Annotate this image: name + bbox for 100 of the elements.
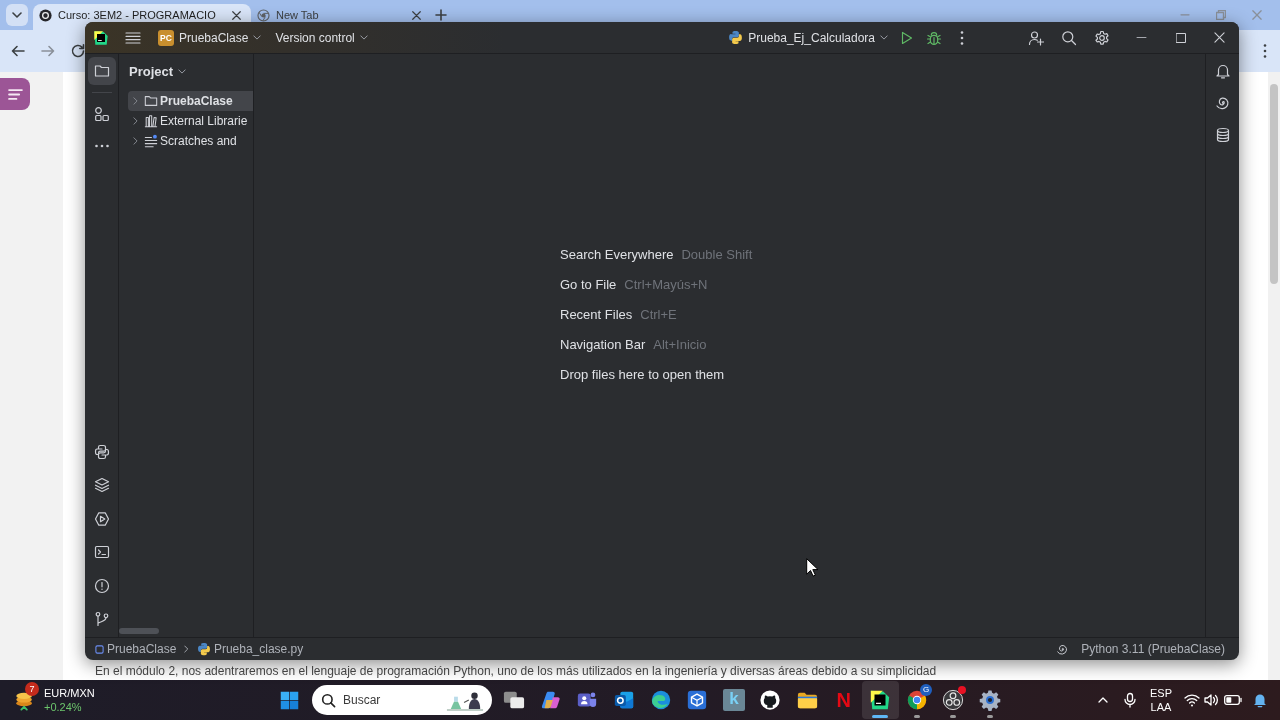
action-label: Search Everywhere: [560, 247, 674, 262]
breadcrumb-item[interactable]: PruebaClase: [93, 642, 179, 656]
bell-icon[interactable]: [1214, 63, 1231, 79]
spiral-icon[interactable]: [1056, 642, 1070, 656]
run-configuration-selector[interactable]: Prueba_Ej_Calculadora: [724, 25, 892, 50]
gear-icon[interactable]: [1094, 29, 1110, 46]
vertical-ellipsis-icon[interactable]: [1263, 43, 1267, 59]
chevron-right-icon[interactable]: [133, 97, 138, 105]
spiral-icon[interactable]: [1214, 95, 1231, 111]
scrollbar-thumb[interactable]: [119, 628, 159, 634]
tab-search-button[interactable]: [6, 4, 28, 26]
vcs-widget[interactable]: Version control: [271, 25, 372, 50]
chevron-down-icon: [880, 35, 888, 40]
paragraph: En el módulo 2, nos adentraremos en el lenguaje de programación Python, uno de los más utilizados en la ingeniería y diversas áreas debido a su simplicidad: [95, 663, 938, 679]
search-icon[interactable]: [1061, 29, 1077, 46]
chevron-down-icon: [253, 35, 262, 40]
chevron-right-icon: [184, 645, 189, 653]
reload-icon[interactable]: [70, 43, 86, 59]
tool-window-button[interactable]: [87, 57, 116, 85]
shortcut-hint: Ctrl+Mayús+N: [624, 277, 708, 292]
ticker-label: EUR/MXN: [44, 686, 95, 700]
ide-logo-icon: [869, 689, 892, 711]
tree-item[interactable]: Scratches and: [128, 131, 253, 151]
shortcut-hint: Ctrl+E: [640, 307, 677, 322]
project-widget[interactable]: PC PruebaClase: [154, 25, 266, 50]
exclamation-circle-icon: [93, 577, 110, 594]
square-icon: [95, 644, 104, 654]
drawer-toggle-button[interactable]: [0, 78, 30, 110]
minimize-icon[interactable]: [1136, 36, 1147, 39]
input-language-button[interactable]: ESP LAA: [1146, 686, 1176, 714]
chevron-down-icon: [359, 35, 368, 40]
panel-title-dropdown[interactable]: Project: [123, 59, 193, 83]
search-icon: [321, 692, 336, 708]
chevron-right-icon[interactable]: [133, 117, 138, 125]
four-panes-icon[interactable]: [279, 689, 300, 711]
profile-badge: G: [920, 684, 933, 696]
record-logo-icon: [942, 689, 965, 711]
wifi-icon[interactable]: [1184, 693, 1200, 707]
python-logo-icon: [93, 444, 110, 461]
terminal-icon: [93, 544, 110, 561]
shortcut-hint: Alt+Inicio: [653, 337, 707, 352]
mail-tile-icon: [613, 689, 636, 711]
shortcut-hint: Double Shift: [681, 247, 753, 262]
gear-icon: [979, 689, 1001, 711]
branch-icon: [93, 611, 110, 627]
back-arrow-icon[interactable]: [10, 43, 26, 59]
notification-badge: 7: [25, 682, 39, 696]
ide-logo-icon: [93, 29, 109, 46]
ring-favicon-icon: [257, 8, 270, 22]
notes-icon: [144, 134, 158, 148]
bell-icon[interactable]: [1252, 692, 1268, 708]
close-icon[interactable]: [412, 10, 421, 20]
vertical-ellipsis-icon[interactable]: [960, 29, 964, 46]
folder-icon: [93, 63, 110, 79]
wave-logo-icon: [649, 689, 672, 711]
hint-text: Drop files here to open them: [560, 367, 725, 382]
chevron-right-icon[interactable]: [133, 137, 138, 145]
project-badge: PC: [158, 29, 174, 46]
library-icon: [144, 114, 158, 128]
site-favicon-icon: [39, 8, 52, 22]
microphone-icon[interactable]: [1122, 692, 1138, 708]
tree-item[interactable]: External Librarie: [128, 111, 253, 131]
browser-logo-icon: [905, 689, 928, 711]
battery-icon[interactable]: [1224, 695, 1242, 705]
python-logo-icon: [728, 30, 744, 45]
maximize-icon[interactable]: [1175, 32, 1186, 43]
python-logo-icon: [196, 642, 211, 656]
search-field[interactable]: Buscar: [312, 685, 492, 715]
action-label: Navigation Bar: [560, 337, 646, 352]
breadcrumb-item[interactable]: Prueba_clase.py: [194, 642, 306, 656]
tree-item[interactable]: PruebaClase: [128, 91, 253, 111]
taskbar-app-button[interactable]: [861, 681, 899, 719]
chevron-down-icon: [178, 68, 187, 74]
chevron-down-icon: [12, 12, 22, 18]
cube-tile-icon: [686, 689, 709, 711]
mouse-pointer-icon: [806, 558, 818, 577]
add-person-icon[interactable]: [1028, 29, 1044, 46]
chevron-up-icon[interactable]: [1098, 697, 1108, 703]
bug-icon[interactable]: [926, 29, 942, 46]
database-icon[interactable]: [1214, 127, 1231, 143]
close-icon[interactable]: [232, 10, 241, 20]
folder-icon: [144, 94, 158, 108]
menu-icon[interactable]: [125, 31, 141, 44]
speaker-icon[interactable]: [1203, 692, 1219, 708]
interpreter-selector[interactable]: Python 3.11 (PruebaClase): [1081, 642, 1225, 656]
plus-icon[interactable]: [435, 9, 447, 21]
hexagon-play-icon: [93, 510, 110, 527]
menu-icon: [7, 88, 23, 100]
layers-icon: [93, 477, 110, 494]
scrollbar-thumb[interactable]: [1270, 84, 1278, 284]
structure-icon: [93, 106, 110, 122]
action-label: Go to File: [560, 277, 617, 292]
swirl-logo-icon: [539, 689, 562, 711]
ellipsis-icon: [93, 144, 110, 148]
ticker-change: +0.24%: [44, 700, 83, 714]
browser-tab[interactable]: New Tab: [251, 4, 431, 22]
overlapping-windows-icon: [503, 689, 526, 711]
cat-logo-icon: [759, 689, 782, 711]
taskbar-app-button[interactable]: G: [898, 681, 936, 719]
action-label: Recent Files: [560, 307, 633, 322]
